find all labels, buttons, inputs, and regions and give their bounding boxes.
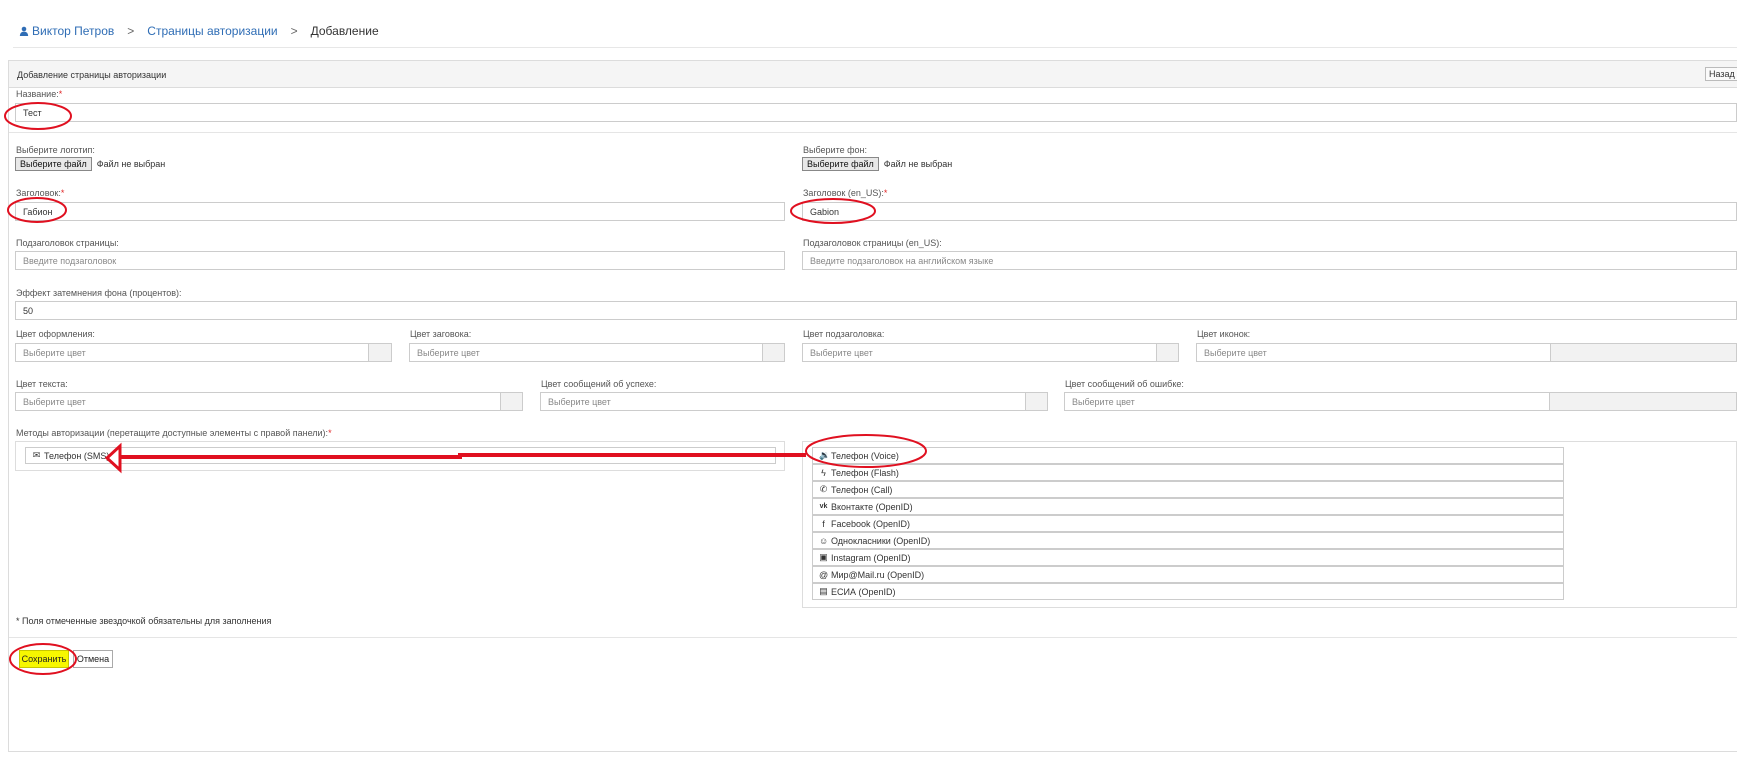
id-card-icon: ▤ [819,586,828,596]
breadcrumb: Виктор Петров > Страницы авторизации > Д… [19,24,379,38]
color-error-input[interactable]: Выберите цвет [1064,392,1550,411]
color-design-picker-button[interactable] [368,343,392,362]
available-method-item[interactable]: ▣ Instagram (OpenID) [812,549,1564,566]
background-label: Выберите фон: [803,145,867,155]
method-label: Однокласники (OpenID) [831,535,931,546]
color-subheader-picker-button[interactable] [1156,343,1179,362]
method-label: Вконтакте (OpenID) [831,501,913,512]
user-icon [19,26,29,36]
cancel-button[interactable]: Отмена [73,650,113,668]
color-design-label: Цвет оформления: [16,329,95,339]
breadcrumb-separator: > [127,24,135,38]
available-method-item[interactable]: ϟ Телефон (Flash) [812,464,1564,481]
method-label: Телефон (Flash) [831,467,899,478]
save-button[interactable]: Сохранить [19,650,69,668]
color-design-input[interactable]: Выберите цвет [15,343,369,362]
color-header-label: Цвет заговока: [410,329,472,339]
method-label: Facebook (OpenID) [831,518,911,529]
facebook-icon: f [822,518,825,529]
available-method-item[interactable]: vk Вконтакте (OpenID) [812,498,1564,515]
footer-divider [9,637,1737,638]
color-text-input[interactable]: Выберите цвет [15,392,501,411]
method-label: Телефон (SMS) [44,450,110,461]
method-label: Телефон (Call) [831,484,893,495]
breadcrumb-separator: > [290,24,298,38]
phone-icon: ✆ [819,484,828,494]
header-label: Заголовок:* [16,188,65,198]
header-en-input[interactable]: Gabion [802,202,1737,221]
logo-file-button[interactable]: Выберите файл [15,157,92,171]
envelope-icon: ✉ [32,450,41,460]
background-file-status: Файл не выбран [883,159,953,169]
color-header-picker-button[interactable] [762,343,785,362]
breadcrumb-current: Добавление [310,24,379,38]
subheader-en-label: Подзаголовок страницы (en_US): [803,238,942,248]
breadcrumb-section-link[interactable]: Страницы авторизации [147,24,277,38]
available-method-item[interactable]: @ Мир@Mail.ru (OpenID) [812,566,1564,583]
dim-input[interactable]: 50 [15,301,1737,320]
color-subheader-input[interactable]: Выберите цвет [802,343,1157,362]
color-icons-input[interactable]: Выберите цвет [1196,343,1551,362]
logo-file-picker: Выберите файл Файл не выбран [15,157,165,171]
logo-file-status: Файл не выбран [96,159,166,169]
method-label: Мир@Mail.ru (OpenID) [831,569,925,580]
vk-icon: vk [819,503,828,510]
subheader-input[interactable]: Введите подзаголовок [15,251,785,270]
instagram-icon: ▣ [819,552,828,562]
odnoklassniki-icon: ☺ [819,535,829,546]
dim-label: Эффект затемнения фона (процентов): [16,288,182,298]
panel-title: Добавление страницы авторизации [17,70,167,80]
panel-header [9,61,1737,88]
name-label: Название:* [16,89,63,99]
back-button[interactable]: Назад [1705,67,1737,81]
name-input[interactable]: Тест [15,103,1737,122]
at-sign-icon: @ [819,569,829,580]
available-method-item[interactable]: 🔉 Телефон (Voice) [812,447,1564,464]
methods-label: Методы авторизации (перетащите доступные… [16,428,332,438]
background-file-button[interactable]: Выберите файл [802,157,879,171]
color-error-picker-button[interactable] [1549,392,1737,411]
color-error-label: Цвет сообщений об ошибке: [1065,379,1184,389]
color-success-picker-button[interactable] [1025,392,1048,411]
color-subheader-label: Цвет подзаголовка: [803,329,885,339]
method-label: Instagram (OpenID) [831,552,911,563]
header-input[interactable]: Габион [15,202,785,221]
breadcrumb-user-link[interactable]: Виктор Петров [19,24,114,38]
color-icons-picker-button[interactable] [1550,343,1737,362]
method-label: ЕСИА (OpenID) [831,586,896,597]
header-en-label: Заголовок (en_US):* [803,188,888,198]
breadcrumb-divider [13,47,1737,48]
available-method-item[interactable]: f Facebook (OpenID) [812,515,1564,532]
color-text-picker-button[interactable] [500,392,523,411]
color-icons-label: Цвет иконок: [1197,329,1251,339]
background-file-picker: Выберите файл Файл не выбран [802,157,952,171]
subheader-en-input[interactable]: Введите подзаголовок на английском языке [802,251,1737,270]
color-header-input[interactable]: Выберите цвет [409,343,763,362]
volume-icon: 🔉 [819,450,831,460]
bolt-icon: ϟ [821,467,826,478]
subheader-label: Подзаголовок страницы: [16,238,119,248]
color-text-label: Цвет текста: [16,379,68,389]
color-success-input[interactable]: Выберите цвет [540,392,1026,411]
breadcrumb-user-label: Виктор Петров [32,24,115,38]
logo-label: Выберите логотип: [16,145,95,155]
selected-method-sms[interactable]: ✉ Телефон (SMS) [25,447,776,464]
section-divider [9,132,1737,133]
required-fields-note: * Поля отмеченные звездочкой обязательны… [16,616,272,626]
available-method-item[interactable]: ▤ ЕСИА (OpenID) [812,583,1564,600]
available-method-item[interactable]: ✆ Телефон (Call) [812,481,1564,498]
color-success-label: Цвет сообщений об успехе: [541,379,657,389]
available-methods-list: 🔉 Телефон (Voice) ϟ Телефон (Flash) ✆ Телефон… [812,447,1564,600]
available-method-item[interactable]: ☺ Однокласники (OpenID) [812,532,1564,549]
method-label: Телефон (Voice) [831,450,899,461]
